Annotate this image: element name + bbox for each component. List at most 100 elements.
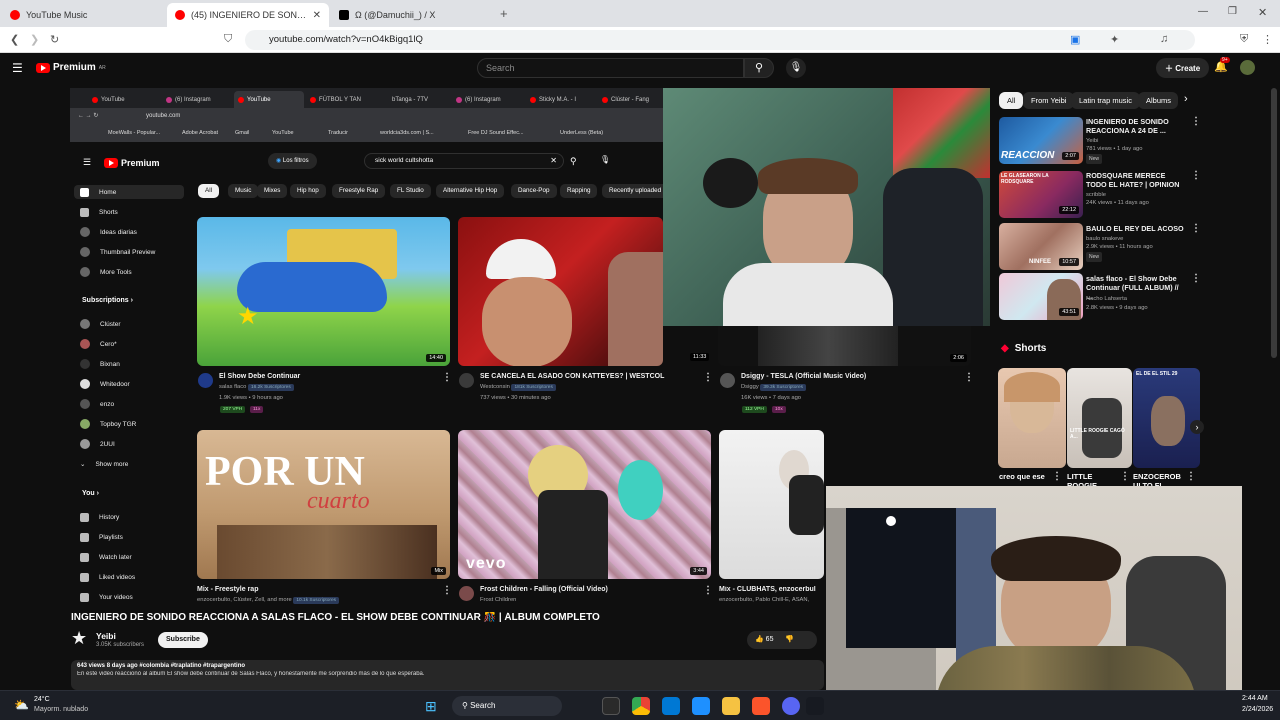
sidebar-label: More Tools xyxy=(100,268,132,276)
filters-chip: ◉ Los filtros xyxy=(268,153,317,169)
sub-label: Whitedoor xyxy=(100,380,130,388)
chevron-down-icon: ⌄ xyxy=(80,461,86,468)
video-meta: 1.9K views • 9 hours ago xyxy=(219,395,283,401)
channel-name[interactable]: Yeibi xyxy=(96,631,116,641)
search-button[interactable]: ⚲ xyxy=(744,58,774,78)
voice-search-button[interactable]: 🎙 xyxy=(786,58,806,78)
new-tab-icon[interactable]: + xyxy=(500,6,508,21)
thumb-text: LITTLE ROOGIE CAGÓ A... xyxy=(1070,428,1125,440)
short-thumbnail[interactable]: EL DE EL STIL 29 xyxy=(1133,368,1200,468)
windows-start-icon[interactable]: ⊞ xyxy=(425,698,437,715)
thumbs-down-icon[interactable]: 👎 xyxy=(785,636,794,643)
subs-pill: 10.1k Suscriptores xyxy=(293,597,340,604)
subscribe-button[interactable]: Subscribe xyxy=(158,632,208,648)
inner-tab: (6) Instagram xyxy=(452,91,522,108)
rec-meta: 2.9K views • 11 hours ago xyxy=(1086,244,1153,250)
taskbar-search[interactable]: ⚲ Search xyxy=(452,696,562,716)
short-thumbnail[interactable]: LITTLE ROOGIE CAGÓ A... xyxy=(1067,368,1132,468)
bookmark: Gmail xyxy=(235,130,250,136)
create-button[interactable]: ＋ Create xyxy=(1156,58,1210,78)
rec-chip[interactable]: Albums xyxy=(1138,92,1178,109)
rec-thumbnail[interactable]: NINFEE 10:57 xyxy=(999,223,1083,270)
more-icon[interactable]: ⋮ xyxy=(1191,223,1201,234)
media-icon[interactable]: ♫ xyxy=(1160,33,1168,45)
rec-thumbnail[interactable]: 43:51 xyxy=(999,273,1083,320)
more-icon[interactable]: ⋮ xyxy=(1120,471,1130,482)
you-item: Playlists xyxy=(80,530,123,544)
short-title[interactable]: creo que ese xyxy=(999,472,1049,481)
weather-icon[interactable]: ⛅ xyxy=(14,698,29,712)
shorts-label: Shorts xyxy=(1014,343,1047,354)
maximize-icon[interactable]: ❐ xyxy=(1228,6,1237,17)
like-dislike-group[interactable]: 👍 65 👎 xyxy=(747,631,817,649)
forward-icon[interactable]: ❯ xyxy=(30,33,39,46)
rec-thumbnail[interactable]: REACCION 2:07 xyxy=(999,117,1083,164)
minimize-icon[interactable]: — xyxy=(1198,6,1208,17)
task-view-icon[interactable] xyxy=(602,697,620,715)
rec-title[interactable]: INGENIERO DE SONIDO REACCIONA A 24 DE ..… xyxy=(1086,117,1186,135)
rec-chip[interactable]: From Yeibi xyxy=(1023,92,1075,109)
url-text: youtube.com/watch?v=nO4kBigq1lQ xyxy=(269,34,423,45)
browser-tab-active[interactable]: (45) INGENIERO DE SONIDO ✕ xyxy=(167,3,329,27)
folder-icon[interactable] xyxy=(722,697,740,715)
rec-chip[interactable]: Latin trap music xyxy=(1071,92,1140,109)
video-meta: 737 views • 30 minutes ago xyxy=(480,395,551,401)
thumbs-up-icon[interactable]: 👍 xyxy=(755,636,764,643)
search-input[interactable]: Search xyxy=(477,58,744,78)
brave-icon[interactable] xyxy=(752,697,770,715)
avatar[interactable] xyxy=(1240,60,1255,75)
duration: Mix xyxy=(431,567,446,575)
more-icon[interactable]: ⋮ xyxy=(1191,116,1201,127)
close-window-icon[interactable]: ✕ xyxy=(1258,6,1267,19)
channel-avatar-star[interactable]: ★ xyxy=(71,628,87,649)
clock-icon xyxy=(80,552,89,562)
search-icon: ⚲ xyxy=(462,701,468,710)
steam-icon[interactable] xyxy=(806,697,824,715)
browser-tab-ytmusic[interactable]: YouTube Music xyxy=(2,3,167,27)
extensions-icon[interactable]: ✦ xyxy=(1110,33,1119,46)
ideas-icon xyxy=(80,227,90,237)
more-icon[interactable]: ⋮ xyxy=(1191,273,1201,284)
youtube-logo[interactable]: Premium AR xyxy=(36,62,106,73)
rec-chip-all[interactable]: All xyxy=(999,92,1024,109)
short-title[interactable]: ENZOCEROB ULTO FL xyxy=(1133,472,1183,486)
horses-shape xyxy=(237,262,387,312)
menu-icon[interactable]: ⋮ xyxy=(1262,33,1273,46)
chip: Music xyxy=(228,184,259,198)
sub-label: Cero* xyxy=(100,340,117,348)
hamburger-icon[interactable]: ☰ xyxy=(12,61,23,75)
short-title[interactable]: LITTLE ROOGIE xyxy=(1067,472,1115,486)
rec-title[interactable]: RODSQUARE MERECE TODO EL HATE? | OPINION xyxy=(1086,171,1186,189)
browser-tab-x[interactable]: Ω (@Damuchii_) / X xyxy=(331,3,496,27)
chevron-right-icon[interactable]: › xyxy=(1184,93,1188,105)
chip: Freestyle Rap xyxy=(332,184,386,198)
store-icon[interactable] xyxy=(662,697,680,715)
chevron-right-icon[interactable]: › xyxy=(1190,420,1204,434)
logo-text: Premium xyxy=(53,62,96,73)
page-scrollbar[interactable] xyxy=(1271,88,1277,358)
description-box[interactable]: 643 views 8 days ago #colombia #traplati… xyxy=(71,660,824,690)
more-icon[interactable]: ⋮ xyxy=(1191,170,1201,181)
translate-icon[interactable]: ▣ xyxy=(1070,33,1080,46)
subs-pill: 16.2k Suscriptores xyxy=(248,384,294,391)
close-tab-icon[interactable]: ✕ xyxy=(313,10,321,21)
rec-thumbnail[interactable]: LE GLASEARON LA RODSQUARE 22:12 xyxy=(999,171,1083,218)
video-channel: salas flaco 16.2k Suscriptores xyxy=(219,384,294,391)
more-icon[interactable]: ⋮ xyxy=(1186,471,1196,482)
duration: 11:33 xyxy=(690,353,710,361)
rec-title[interactable]: BAULO EL REY DEL ACOSO xyxy=(1086,224,1186,233)
back-icon[interactable]: ❮ xyxy=(10,33,19,46)
curtain-shape xyxy=(956,508,996,668)
short-thumbnail[interactable] xyxy=(998,368,1066,468)
discord-icon[interactable] xyxy=(782,697,800,715)
bookmark-icon[interactable]: ⛉ xyxy=(224,33,232,46)
sub-item: Topboy TGR xyxy=(80,417,136,431)
channel-name: Dsiggy xyxy=(741,384,759,390)
shield-icon[interactable]: ⛨ xyxy=(1240,33,1248,46)
chrome-icon[interactable] xyxy=(632,697,650,715)
edge-icon[interactable] xyxy=(692,697,710,715)
url-field[interactable]: youtube.com/watch?v=nO4kBigq1lQ xyxy=(245,30,1195,50)
more-icon[interactable]: ⋮ xyxy=(1052,471,1062,482)
you-label: History xyxy=(99,513,120,521)
reload-icon[interactable]: ↻ xyxy=(50,33,59,46)
